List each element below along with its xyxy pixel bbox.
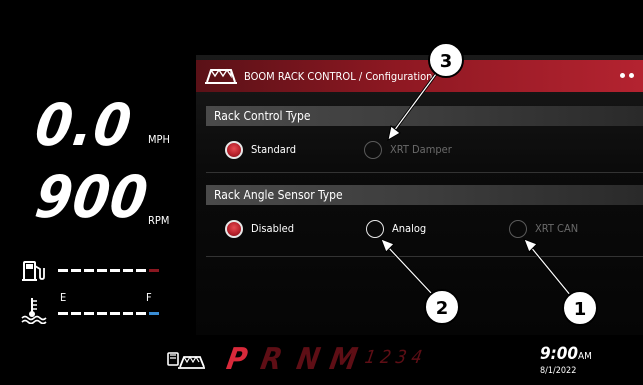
- section-label-rack-control-type: Rack Control Type: [214, 109, 311, 123]
- fuel-bar-segment: [123, 269, 133, 272]
- gear-manual: M: [327, 342, 361, 377]
- speed-readout: 0.0: [31, 91, 137, 159]
- radio-xrt-can-label: XRT CAN: [535, 222, 579, 235]
- fuel-pump-icon: [22, 261, 45, 281]
- fuel-bar-segment: [110, 269, 120, 272]
- fuel-bar-segment: [71, 269, 81, 272]
- radio-disabled-indicator[interactable]: [225, 220, 243, 238]
- coolant-scale-high: F: [146, 291, 152, 304]
- page-indicator: [620, 73, 634, 78]
- radio-standard-indicator[interactable]: [225, 141, 243, 159]
- speed-unit-label: MPH: [148, 133, 170, 146]
- radio-disabled-label: Disabled: [251, 222, 295, 235]
- fuel-bar-segment: [84, 269, 94, 272]
- boom-rack-status-icon: [167, 352, 205, 369]
- coolant-bar-segment: [136, 312, 146, 315]
- top-bar: [0, 0, 643, 55]
- fuel-bar-segment: [136, 269, 146, 272]
- panel-title: BOOM RACK CONTROL / Configuration: [244, 70, 433, 83]
- coolant-scale-low: E: [60, 291, 67, 304]
- rpm-readout: 900: [31, 163, 153, 231]
- section-label-rack-angle-sensor-type: Rack Angle Sensor Type: [214, 188, 343, 202]
- gear-neutral: N: [294, 342, 323, 377]
- clock-ampm: AM: [578, 351, 592, 362]
- fuel-bar-segment: [97, 269, 107, 272]
- section-divider: [206, 172, 643, 173]
- manual-gear-numbers: 1 2 3 4: [363, 347, 424, 368]
- coolant-bar-segment: [110, 312, 120, 315]
- page-dot: [629, 73, 634, 78]
- radio-analog-label: Analog: [392, 222, 427, 235]
- radio-xrt-damper-label: XRT Damper: [390, 143, 452, 156]
- rpm-unit-label: RPM: [148, 214, 170, 227]
- coolant-bar-hot-segment: [149, 312, 159, 315]
- coolant-level-bar: [58, 312, 159, 315]
- coolant-bar-segment: [97, 312, 107, 315]
- radio-standard-label: Standard: [251, 143, 297, 156]
- boom-rack-icon: [205, 68, 237, 84]
- fuel-bar-reserve-segment: [149, 269, 159, 272]
- clock-time: 9:00: [540, 344, 579, 364]
- coolant-temperature-icon: [21, 298, 47, 324]
- clock-date: 8/1/2022: [540, 366, 577, 376]
- fuel-bar-segment: [58, 269, 68, 272]
- fuel-level-bar: [58, 269, 159, 272]
- dashboard-screen: 0.0 MPH 900 RPM E F BOOM RACK CONTROL / …: [0, 0, 643, 385]
- coolant-bar-segment: [123, 312, 133, 315]
- section-divider: [206, 256, 643, 257]
- radio-xrt-damper-indicator[interactable]: [364, 141, 382, 159]
- page-dot-active: [620, 73, 625, 78]
- radio-analog-indicator[interactable]: [366, 220, 384, 238]
- coolant-bar-segment: [71, 312, 81, 315]
- coolant-bar-segment: [58, 312, 68, 315]
- radio-xrt-can-indicator[interactable]: [509, 220, 527, 238]
- coolant-bar-segment: [84, 312, 94, 315]
